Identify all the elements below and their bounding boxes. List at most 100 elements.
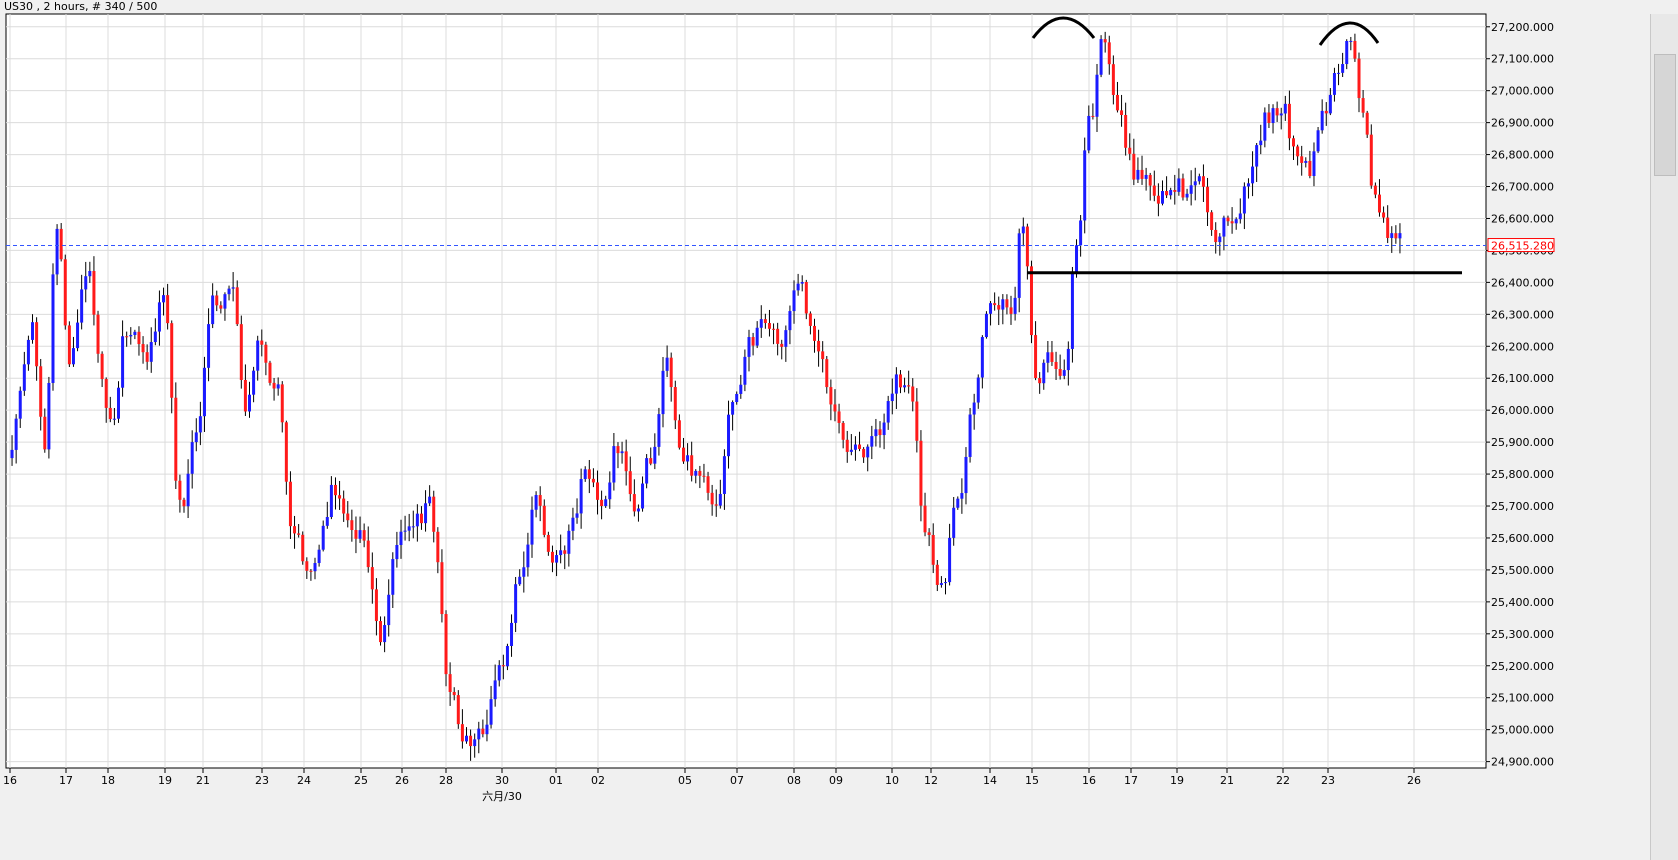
candle-body [350,520,354,531]
x-tick-label: 30 [495,774,509,787]
candle-body [968,414,972,457]
candle-body [751,337,755,346]
x-tick-label: 02 [591,774,605,787]
candle-body [71,348,75,365]
y-tick-label: 25,200.000 [1491,660,1554,673]
candle-body [1169,190,1173,196]
candle-body [1332,73,1336,95]
candle-body [915,401,919,441]
candle-body [1185,193,1189,198]
candle-body [759,319,763,328]
x-tick-label: 23 [1321,774,1335,787]
candle-body [845,439,849,452]
candle-body [874,429,878,437]
candle-body [1246,183,1250,187]
candle-body [243,379,247,412]
candle-body [436,531,440,563]
candle-body [1115,94,1119,111]
scrollbar-thumb[interactable] [1654,54,1676,176]
candle-body [653,446,657,464]
candle-body [338,495,342,499]
candle-body [1095,74,1099,117]
candle-body [1373,185,1377,195]
candle-body [722,456,726,494]
candle-body [1255,145,1259,167]
vertical-scrollbar[interactable] [1650,14,1678,860]
candle-body [976,377,980,403]
candle-body [608,482,612,500]
candle-body [444,614,448,675]
candle-body [63,259,67,326]
candle-body [22,364,26,391]
x-tick-label: 21 [1220,774,1234,787]
candle-body [260,340,264,345]
candle-body [493,680,497,700]
candle-body [460,724,464,742]
candle-body [366,540,370,568]
x-tick-label: 16 [1082,774,1096,787]
time-axis: 16 17 18 19 21 23 24 25 26 28 30 01 02 05 07 08 09 10 12 14… [3,768,1421,803]
candle-body [268,362,272,383]
candle-body [1009,307,1013,314]
candle-body [1107,42,1111,65]
candle-body [505,645,509,667]
x-tick-label: 21 [196,774,210,787]
y-tick-label: 26,700.000 [1491,181,1554,194]
candle-body [399,531,403,545]
candle-body [1144,174,1148,179]
candle-body [31,322,35,340]
candle-body [948,537,952,583]
candle-body [432,496,436,532]
candle-body [571,517,575,531]
candle-body [1029,266,1033,336]
candle-body [1226,217,1230,222]
candle-body [252,370,256,395]
candle-body [636,508,640,512]
y-tick-label: 26,600.000 [1491,212,1554,225]
candle [968,407,972,463]
candle-body [620,451,624,454]
candle-body [1103,39,1107,43]
candle-body [1050,352,1054,362]
candle-body [788,311,792,331]
candle-body [92,270,96,315]
candle-body [325,517,329,526]
candle-body [1263,112,1267,141]
candle-body [108,407,112,420]
candle-body [972,402,976,415]
candle-body [293,526,297,534]
candle-body [956,498,960,508]
y-tick-label: 26,100.000 [1491,372,1554,385]
candle-body [1070,273,1074,349]
candle-body [894,374,898,394]
candle-body [673,387,677,421]
candle-body [784,330,788,347]
candle-body [182,499,186,507]
candle-body [669,357,673,388]
candle-body [657,414,661,447]
candle-body [1128,147,1132,154]
candle-body [980,337,984,378]
candle-body [1398,233,1402,239]
candle-body [477,728,481,740]
candle-body [174,397,178,481]
candle-body [600,499,604,507]
candle-body [1300,156,1304,163]
candle-body [1025,226,1029,267]
candle-body [166,295,170,324]
candle-body [219,305,223,309]
candle-body [1324,110,1328,114]
y-tick-label: 26,200.000 [1491,340,1554,353]
candle-body [157,302,161,332]
candle-body [1165,191,1169,196]
candle-body [391,559,395,595]
candle-body [837,411,841,423]
candle-body [903,385,907,388]
candle-body [440,562,444,615]
candle-body [121,336,125,388]
price-chart[interactable]: 27,200.000 27,100.000 27,000.000 26,900.000… [0,0,1650,860]
candle-body [1034,335,1038,379]
candle [63,254,67,330]
candle-body [706,476,710,493]
candle-body [718,493,722,506]
